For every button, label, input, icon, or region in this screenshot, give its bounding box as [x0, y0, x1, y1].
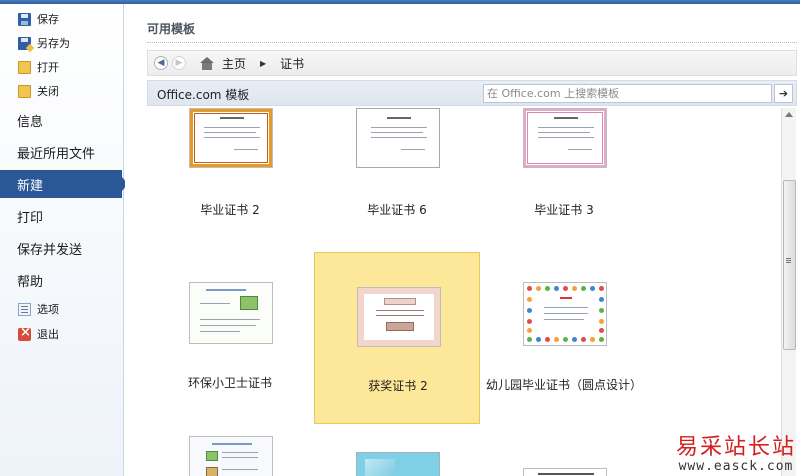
scrollbar-grip: [786, 258, 791, 259]
sidebar-item-label: 帮助: [17, 274, 44, 290]
close-folder-icon: [18, 84, 31, 98]
template-tile[interactable]: 毕业证书 2: [147, 108, 313, 228]
template-tile[interactable]: [314, 430, 480, 476]
template-label: 获奖证书 2: [368, 379, 428, 393]
sidebar-item-label: 关闭: [37, 85, 59, 98]
template-label: 毕业证书 3: [534, 203, 594, 217]
sidebar-item-label: 保存并发送: [17, 242, 83, 258]
template-thumbnail: [189, 436, 273, 476]
breadcrumb: ◀ ▶ 主页 ▶ 证书: [147, 50, 797, 76]
scrollbar-thumb[interactable]: [783, 180, 796, 350]
template-tile[interactable]: 毕业证书 6: [314, 108, 480, 228]
sidebar-item-label: 退出: [37, 328, 59, 341]
sidebar-item-save-as[interactable]: 另存为: [0, 32, 124, 54]
sidebar-item-open[interactable]: 打开: [0, 56, 124, 78]
arrow-right-icon[interactable]: ➔: [774, 84, 793, 103]
template-thumbnail: [523, 468, 607, 476]
watermark-url: www.easck.com: [678, 459, 794, 474]
backstage-sidebar: 保存 另存为 打开 关闭 信息 最近所用文件 新建 打印 保存并发送 帮助 选项…: [0, 4, 128, 476]
sidebar-item-print[interactable]: 打印: [0, 202, 124, 230]
template-thumbnail: [189, 282, 273, 344]
sidebar-item-label: 选项: [37, 303, 59, 316]
template-tile[interactable]: 幼儿园毕业证书（圆点设计）: [481, 252, 647, 424]
sidebar-item-label: 保存: [37, 13, 59, 26]
template-tile[interactable]: [147, 430, 313, 476]
template-tile[interactable]: 毕业证书 3: [481, 108, 647, 228]
sidebar-item-label: 新建: [17, 178, 44, 194]
office-templates-bar: Office.com 模板 ➔: [147, 80, 797, 106]
template-thumbnail: [357, 287, 441, 347]
template-thumbnail: [356, 452, 440, 476]
sidebar-item-options[interactable]: 选项: [0, 298, 124, 320]
sidebar-item-recent[interactable]: 最近所用文件: [0, 138, 124, 166]
search-input[interactable]: [483, 84, 772, 103]
template-tile[interactable]: [481, 430, 647, 476]
save-icon: [18, 12, 31, 26]
back-button[interactable]: ◀: [154, 56, 168, 70]
template-thumbnail: [523, 282, 607, 346]
breadcrumb-home[interactable]: 主页: [222, 55, 246, 72]
template-label: 毕业证书 6: [367, 203, 427, 217]
sidebar-item-label: 信息: [17, 114, 44, 130]
sidebar-item-save[interactable]: 保存: [0, 8, 124, 30]
template-grid: 毕业证书 2 毕业证书 6 毕业证书 3 环保小卫士证书 获奖证书 2 幼儿园毕…: [147, 108, 779, 476]
forward-button[interactable]: ▶: [172, 56, 186, 70]
site-watermark: 易采站长站 www.easck.com: [676, 429, 796, 474]
main-panel: 可用模板 ◀ ▶ 主页 ▶ 证书 Office.com 模板 ➔ 毕业证书 2: [125, 4, 800, 476]
home-icon[interactable]: [200, 56, 214, 70]
sidebar-item-label: 另存为: [37, 37, 70, 50]
sidebar-item-help[interactable]: 帮助: [0, 266, 124, 294]
exit-icon: [18, 325, 31, 341]
scroll-up-icon[interactable]: [784, 110, 795, 121]
template-label: 环保小卫士证书: [187, 376, 272, 390]
vertical-scrollbar[interactable]: [781, 108, 796, 476]
sidebar-item-new[interactable]: 新建: [0, 170, 128, 198]
sidebar-item-close[interactable]: 关闭: [0, 80, 124, 102]
template-label: 毕业证书 2: [200, 203, 260, 217]
save-as-icon: [18, 36, 31, 50]
options-icon: [18, 302, 31, 316]
template-thumbnail: [523, 108, 607, 168]
template-tile-selected[interactable]: 获奖证书 2: [314, 252, 480, 424]
template-label: 幼儿园毕业证书（圆点设计）: [485, 378, 642, 392]
chevron-right-icon: ▶: [260, 58, 267, 68]
template-tile[interactable]: 环保小卫士证书: [147, 252, 313, 424]
section-title: 可用模板: [147, 22, 196, 36]
watermark-title: 易采站长站: [675, 435, 796, 460]
divider: [147, 42, 797, 43]
sidebar-item-label: 打印: [17, 210, 44, 226]
sidebar-item-info[interactable]: 信息: [0, 106, 124, 134]
breadcrumb-current[interactable]: 证书: [280, 55, 304, 72]
sidebar-item-exit[interactable]: 退出: [0, 323, 124, 345]
sidebar-item-label: 打开: [37, 61, 59, 74]
template-thumbnail: [189, 108, 273, 168]
template-thumbnail: [356, 108, 440, 168]
sidebar-item-label: 最近所用文件: [17, 146, 96, 162]
sidebar-item-save-send[interactable]: 保存并发送: [0, 234, 124, 262]
open-folder-icon: [18, 60, 31, 74]
office-templates-label: Office.com 模板: [157, 88, 250, 102]
